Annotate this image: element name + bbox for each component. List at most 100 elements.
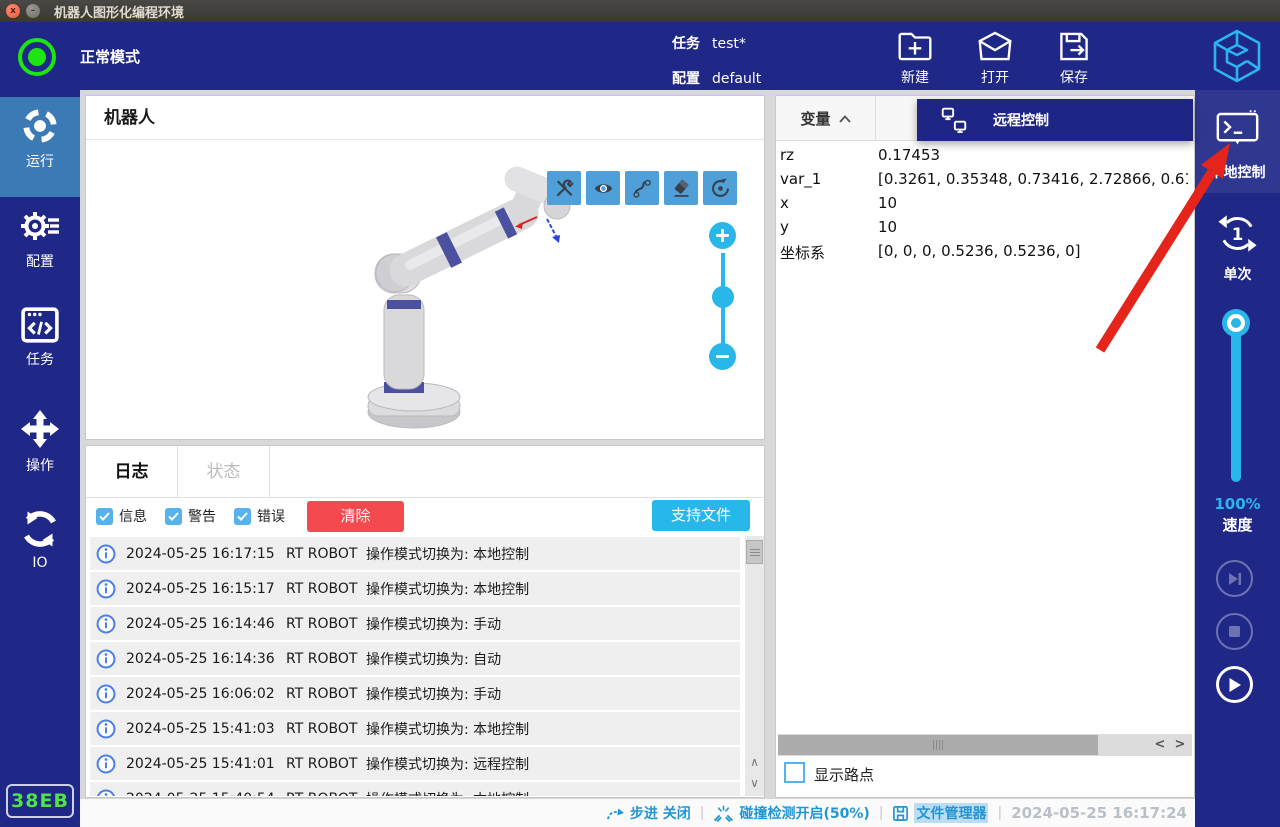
info-icon	[96, 789, 116, 797]
speed-slider-track[interactable]	[1231, 322, 1241, 482]
variable-row[interactable]: x10	[776, 191, 1194, 215]
remote-network-icon	[941, 107, 967, 133]
sidebar-item-label: 操作	[26, 458, 54, 474]
tab-log[interactable]: 日志	[86, 446, 178, 497]
log-message: 操作模式切换为: 本地控制	[366, 579, 529, 599]
robot-panel: 机器人	[85, 95, 765, 440]
log-message: 操作模式切换为: 远程控制	[366, 754, 529, 774]
eraser-button[interactable]	[664, 171, 698, 205]
scroll-right-icon[interactable]: >	[1170, 735, 1190, 755]
local-control-button[interactable]: 本地控制	[1195, 90, 1280, 193]
variable-name: 坐标系	[780, 242, 825, 263]
open-button[interactable]: 打开	[963, 30, 1027, 87]
rotate-view-icon	[710, 178, 731, 199]
speed-slider-handle[interactable]	[1222, 309, 1250, 337]
sidebar-item-io[interactable]: IO	[0, 499, 80, 599]
sidebar-item-config[interactable]: 配置	[0, 197, 80, 297]
scroll-up-icon[interactable]: ∧	[745, 752, 764, 772]
path-button[interactable]	[625, 171, 659, 205]
rotate-view-button[interactable]	[703, 171, 737, 205]
remote-control-menu-item[interactable]: 远程控制	[917, 99, 1193, 141]
log-time: 2024-05-25 16:14:36	[126, 651, 286, 667]
stop-button[interactable]	[1216, 613, 1253, 650]
step-status[interactable]: 步进 关闭	[606, 803, 691, 823]
check-icon	[99, 512, 110, 521]
minimize-icon[interactable]: –	[26, 4, 40, 18]
info-icon	[96, 754, 116, 774]
clear-button[interactable]: 清除	[307, 501, 404, 532]
log-row[interactable]: 2024-05-25 15:40:54RT ROBOT操作模式切换为: 本地控制	[90, 782, 740, 796]
log-row[interactable]: 2024-05-25 16:15:17RT ROBOT操作模式切换为: 本地控制	[90, 572, 740, 605]
zoom-out-icon	[715, 349, 730, 364]
check-icon	[237, 512, 248, 521]
scroll-down-icon[interactable]: ∨	[745, 773, 764, 793]
sidebar-item-run[interactable]: 运行	[0, 97, 80, 197]
task-icon	[21, 307, 59, 343]
log-time: 2024-05-25 16:06:02	[126, 686, 286, 702]
log-row[interactable]: 2024-05-25 16:17:15RT ROBOT操作模式切换为: 本地控制	[90, 537, 740, 570]
log-scrollbar[interactable]: ∧ ∨	[745, 536, 764, 796]
log-message: 操作模式切换为: 自动	[366, 649, 501, 669]
log-row[interactable]: 2024-05-25 16:06:02RT ROBOT操作模式切换为: 手动	[90, 677, 740, 710]
zoom-in-button[interactable]	[709, 222, 736, 249]
variables-tab[interactable]: 变量	[776, 96, 876, 141]
scroll-left-icon[interactable]: <	[1150, 735, 1170, 755]
save-icon	[1056, 30, 1092, 63]
task-value: test*	[712, 36, 746, 52]
step-forward-button[interactable]	[1216, 560, 1253, 597]
filter-error-checkbox[interactable]	[234, 508, 251, 525]
save-button[interactable]: 保存	[1042, 30, 1106, 87]
single-run-button[interactable]: 1 单次	[1195, 202, 1280, 292]
file-manager-label: 文件管理器	[914, 803, 988, 823]
robot-3d-view[interactable]	[354, 151, 576, 436]
sidebar-item-label: 运行	[26, 154, 54, 170]
local-control-label: 本地控制	[1195, 162, 1280, 182]
hscrollbar-thumb[interactable]	[778, 735, 1098, 755]
close-icon[interactable]: x	[6, 4, 20, 18]
filter-info-checkbox[interactable]	[96, 508, 113, 525]
variable-row[interactable]: y10	[776, 215, 1194, 239]
variable-value: [0.3261, 0.35348, 0.73416, 2.72866, 0.61…	[878, 170, 1188, 188]
variables-hscrollbar[interactable]: < >	[778, 734, 1192, 756]
log-time: 2024-05-25 15:41:01	[126, 756, 286, 772]
support-files-button[interactable]: 支持文件	[652, 500, 750, 531]
header: 正常模式 任务test* 配置default 新建 打开 保存	[0, 22, 1280, 90]
filter-warning-checkbox[interactable]	[165, 508, 182, 525]
new-button[interactable]: 新建	[883, 30, 947, 87]
scrollbar-thumb[interactable]	[746, 540, 763, 564]
log-row[interactable]: 2024-05-25 15:41:03RT ROBOT操作模式切换为: 本地控制	[90, 712, 740, 745]
show-waypoints-checkbox[interactable]	[784, 762, 805, 783]
play-button[interactable]	[1216, 666, 1253, 703]
zoom-slider-handle[interactable]	[712, 286, 734, 308]
sidebar-item-operate[interactable]: 操作	[0, 399, 80, 499]
log-row[interactable]: 2024-05-25 16:14:46RT ROBOT操作模式切换为: 手动	[90, 607, 740, 640]
mode-label: 正常模式	[80, 46, 140, 67]
zoom-out-button[interactable]	[709, 343, 736, 370]
log-source: RT ROBOT	[286, 686, 366, 702]
new-icon	[897, 30, 933, 63]
variable-name: var_1	[780, 170, 821, 188]
log-message: 操作模式切换为: 本地控制	[366, 719, 529, 739]
run-icon	[21, 107, 59, 145]
visibility-button[interactable]	[586, 171, 620, 205]
variable-value: [0, 0, 0, 0.5236, 0.5236, 0]	[878, 242, 1188, 260]
log-source: RT ROBOT	[286, 756, 366, 772]
log-row[interactable]: 2024-05-25 15:41:01RT ROBOT操作模式切换为: 远程控制	[90, 747, 740, 780]
log-source: RT ROBOT	[286, 721, 366, 737]
info-icon	[96, 719, 116, 739]
sidebar-item-task[interactable]: 任务	[0, 297, 80, 397]
variable-row[interactable]: rz0.17453	[776, 143, 1194, 167]
check-icon	[168, 512, 179, 521]
log-row[interactable]: 2024-05-25 16:14:36RT ROBOT操作模式切换为: 自动	[90, 642, 740, 675]
variable-row[interactable]: 坐标系 [0, 0, 0, 0.5236, 0.5236, 0]	[776, 239, 1194, 263]
variable-row[interactable]: var_1 [0.3261, 0.35348, 0.73416, 2.72866,…	[776, 167, 1194, 191]
collision-status[interactable]: 碰撞检测开启(50%)	[713, 803, 869, 823]
file-manager-button[interactable]: 文件管理器	[892, 803, 988, 823]
left-sidebar: 运行 配置 任务 操作 IO 38EB	[0, 90, 80, 827]
log-message: 操作模式切换为: 本地控制	[366, 544, 529, 564]
tab-status[interactable]: 状态	[178, 446, 270, 497]
view-toolbar	[547, 171, 737, 205]
tools-button[interactable]	[547, 171, 581, 205]
variable-value: 0.17453	[878, 146, 1188, 164]
open-button-label: 打开	[981, 70, 1009, 86]
